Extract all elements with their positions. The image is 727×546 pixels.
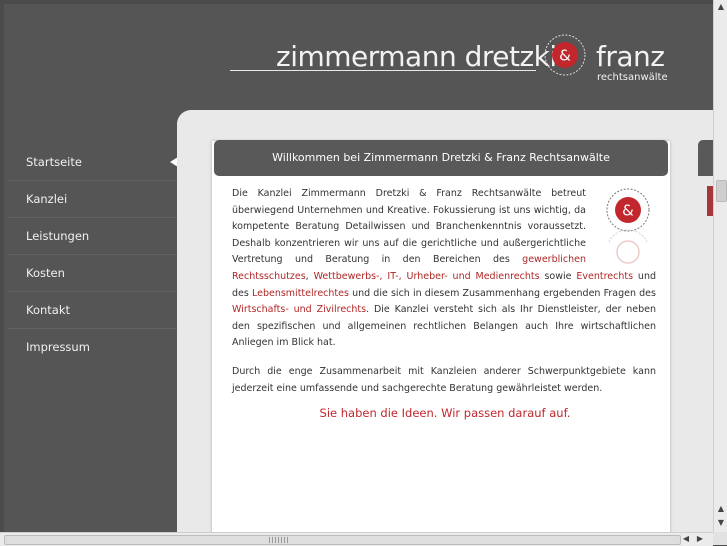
intro-text: & Die Kanzlei Zimmermann Dretzki & Franz… <box>232 186 656 409</box>
nav-item-kosten[interactable]: Kosten <box>8 255 182 292</box>
slogan: Sie haben die Ideen. Wir passen darauf a… <box>319 406 571 420</box>
nav-item-label: Kosten <box>26 266 65 280</box>
cooperation-paragraph: Durch die enge Zusammenarbeit mit Kanzle… <box>232 365 656 394</box>
logo-seal-icon: & <box>544 34 586 76</box>
scrollbar-corner <box>713 532 727 545</box>
text-span: sowie <box>539 270 577 282</box>
nav-item-label: Impressum <box>26 340 90 354</box>
sidebar-nav: Startseite Kanzlei Leistungen Kosten Kon… <box>4 144 182 365</box>
scroll-right-icon[interactable]: ▶ <box>695 534 705 544</box>
site-header: zimmermann dretzki & franz rechtsanwälte <box>4 4 713 124</box>
nav-item-label: Leistungen <box>26 229 90 243</box>
scroll-left-icon[interactable]: ◀ <box>681 534 691 544</box>
link-eventrecht[interactable]: Eventrechts <box>576 271 633 282</box>
horizontal-scrollbar[interactable]: ◀ ▶ <box>0 532 713 546</box>
nav-item-label: Startseite <box>26 155 82 169</box>
nav-item-leistungen[interactable]: Leistungen <box>8 218 182 255</box>
logo-brand-main[interactable]: zimmermann dretzki <box>276 40 557 73</box>
logo-brand-end[interactable]: franz <box>596 40 665 73</box>
seal-ampersand: & <box>622 202 634 220</box>
scroll-down-icon[interactable]: ▼ <box>716 518 726 528</box>
seal-icon: & <box>606 188 650 264</box>
link-wirtschafts-zivilrecht[interactable]: Wirtschafts- und Zivilrechts <box>232 304 366 315</box>
nav-item-kontakt[interactable]: Kontakt <box>8 292 182 329</box>
scroll-up-icon[interactable]: ▲ <box>716 504 726 514</box>
scroll-grip-icon <box>269 537 289 543</box>
nav-item-impressum[interactable]: Impressum <box>8 329 182 365</box>
link-wettbewerbs-it-urheber-medienrecht[interactable]: Wettbewerbs-, IT-, Urheber- und Medienre… <box>314 271 540 282</box>
text-span: und die sich in diesem Zusammenhang erge… <box>348 287 656 299</box>
text-span: , <box>305 270 314 282</box>
vertical-scroll-thumb[interactable] <box>716 180 727 202</box>
content-title: Willkommen bei Zimmermann Dretzki & Fran… <box>214 140 668 176</box>
nav-item-kanzlei[interactable]: Kanzlei <box>8 181 182 218</box>
nav-item-label: Kanzlei <box>26 192 68 206</box>
link-lebensmittelrecht[interactable]: Lebensmittelrechtes <box>252 288 349 299</box>
horizontal-scroll-thumb[interactable] <box>4 535 681 545</box>
nav-item-label: Kontakt <box>26 303 71 317</box>
intro-paragraph: Die Kanzlei Zimmermann Dretzki & Franz R… <box>232 186 656 352</box>
logo-subtitle: rechtsanwälte <box>597 72 668 83</box>
logo-seal-ampersand: & <box>559 47 571 65</box>
vertical-scrollbar[interactable]: ▲ ▲ ▼ <box>713 0 727 532</box>
scroll-up-icon[interactable]: ▲ <box>716 2 726 12</box>
nav-item-startseite[interactable]: Startseite <box>8 144 182 181</box>
